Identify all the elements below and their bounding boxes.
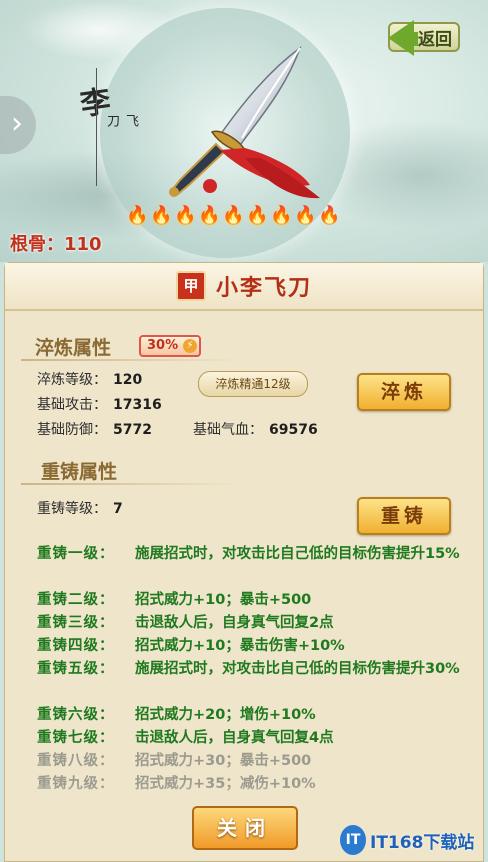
temper-button[interactable]: 淬炼: [357, 373, 451, 411]
flame-icon: 🔥: [126, 205, 149, 226]
recast-line: 重铸三级： 击退敌人后，自身真气回复2点: [37, 612, 467, 635]
divider: [96, 68, 97, 186]
site-watermark: IT IT168下载站: [340, 820, 486, 860]
recast-line: 重铸二级： 招式威力+10；暴击+500: [37, 589, 467, 612]
dagger-illustration: [169, 45, 320, 199]
recast-section-title: 重铸属性: [41, 461, 118, 483]
recast-line-desc: 击退敌人后，自身真气回复2点: [135, 615, 334, 631]
recast-line-desc: 施展招式时，对攻击比自己低的目标伤害提升15%: [135, 546, 460, 562]
recast-line-desc: 招式威力+30；暴击+500: [135, 753, 312, 769]
base-defense: 基础防御： 5772: [37, 422, 152, 438]
star-rating: 🔥 🔥 🔥 🔥 🔥 🔥 🔥 🔥 🔥: [126, 205, 340, 227]
lightning-icon: ⚡: [183, 339, 197, 353]
grade-badge: 甲: [175, 271, 206, 301]
root-bone-stat: 根骨：110: [10, 234, 102, 255]
flame-icon: 🔥: [222, 205, 245, 226]
temper-section-title: 淬炼属性: [35, 337, 112, 359]
base-attack: 基础攻击： 17316: [37, 397, 162, 413]
recast-line: 重铸八级： 招式威力+30；暴击+500: [37, 750, 467, 773]
calligraphy-title: 李 飞刀: [78, 78, 138, 127]
flame-icon: 🔥: [198, 205, 221, 226]
recast-line: 重铸一级： 施展招式时，对攻击比自己低的目标伤害提升15%: [37, 543, 467, 566]
recast-button[interactable]: 重铸: [357, 497, 451, 535]
back-button[interactable]: 返回: [388, 20, 460, 56]
recast-line-desc: 施展招式时，对攻击比自己低的目标伤害提升30%: [135, 661, 460, 677]
recast-line-level: 重铸一级：: [37, 546, 115, 562]
site-watermark-text: IT168下载站: [370, 832, 475, 853]
recast-level: 重铸等级： 7: [37, 501, 123, 517]
flame-icon: 🔥: [174, 205, 197, 226]
recast-line-desc: 招式威力+20；增伤+10%: [135, 707, 316, 723]
divider: [21, 359, 241, 361]
divider: [21, 483, 241, 485]
recast-line-level: 重铸四级：: [37, 638, 115, 654]
recast-line-desc: 招式威力+10；暴击+500: [135, 592, 312, 608]
recast-line-desc: 招式威力+10；暴击伤害+10%: [135, 638, 345, 654]
recast-line-level: 重铸六级：: [37, 707, 115, 723]
recast-line: 重铸五级： 施展招式时，对攻击比自己低的目标伤害提升30%: [37, 658, 467, 681]
recast-line-level: 重铸七级：: [37, 730, 115, 746]
flame-icon: 🔥: [150, 205, 173, 226]
item-name: 小李飞刀: [215, 275, 312, 301]
recast-line: 重铸四级： 招式威力+10；暴击伤害+10%: [37, 635, 467, 658]
site-logo: IT: [340, 825, 366, 855]
back-button-label: 返回: [418, 29, 452, 50]
recast-line: 重铸七级： 击退敌人后，自身真气回复4点: [37, 727, 467, 750]
close-button[interactable]: 关闭: [192, 806, 298, 850]
flame-icon: 🔥: [318, 205, 341, 226]
calligraphy-sub: 飞刀: [104, 114, 138, 127]
recast-line-level: 重铸八级：: [37, 753, 115, 769]
recast-line-desc: 击退敌人后，自身真气回复4点: [135, 730, 334, 746]
recast-line: 重铸六级： 招式威力+20；增伤+10%: [37, 704, 467, 727]
weapon-scene: › 李 飞刀 返回 🔥 🔥 🔥 🔥 🔥 🔥 🔥 🔥 🔥 根骨：110: [0, 0, 488, 262]
temper-mastery-badge: 淬炼精通12级: [198, 371, 308, 397]
flame-icon: 🔥: [294, 205, 317, 226]
recast-line-level: 重铸二级：: [37, 592, 115, 608]
info-panel: 甲 小李飞刀 淬炼属性 30% ⚡ 淬炼等级： 120 淬炼精通12级 基础攻击：…: [4, 262, 484, 862]
flame-icon: 🔥: [270, 205, 293, 226]
previous-arrow-button[interactable]: ›: [0, 96, 36, 154]
temper-level: 淬炼等级： 120: [37, 372, 143, 388]
flame-icon: 🔥: [246, 205, 269, 226]
recast-line-level: 重铸三级：: [37, 615, 115, 631]
panel-header: 甲 小李飞刀: [5, 263, 483, 311]
base-hp: 基础气血： 69576: [193, 422, 318, 438]
temper-percent-badge: 30% ⚡: [139, 335, 201, 357]
recast-line-level: 重铸五级：: [37, 661, 115, 677]
